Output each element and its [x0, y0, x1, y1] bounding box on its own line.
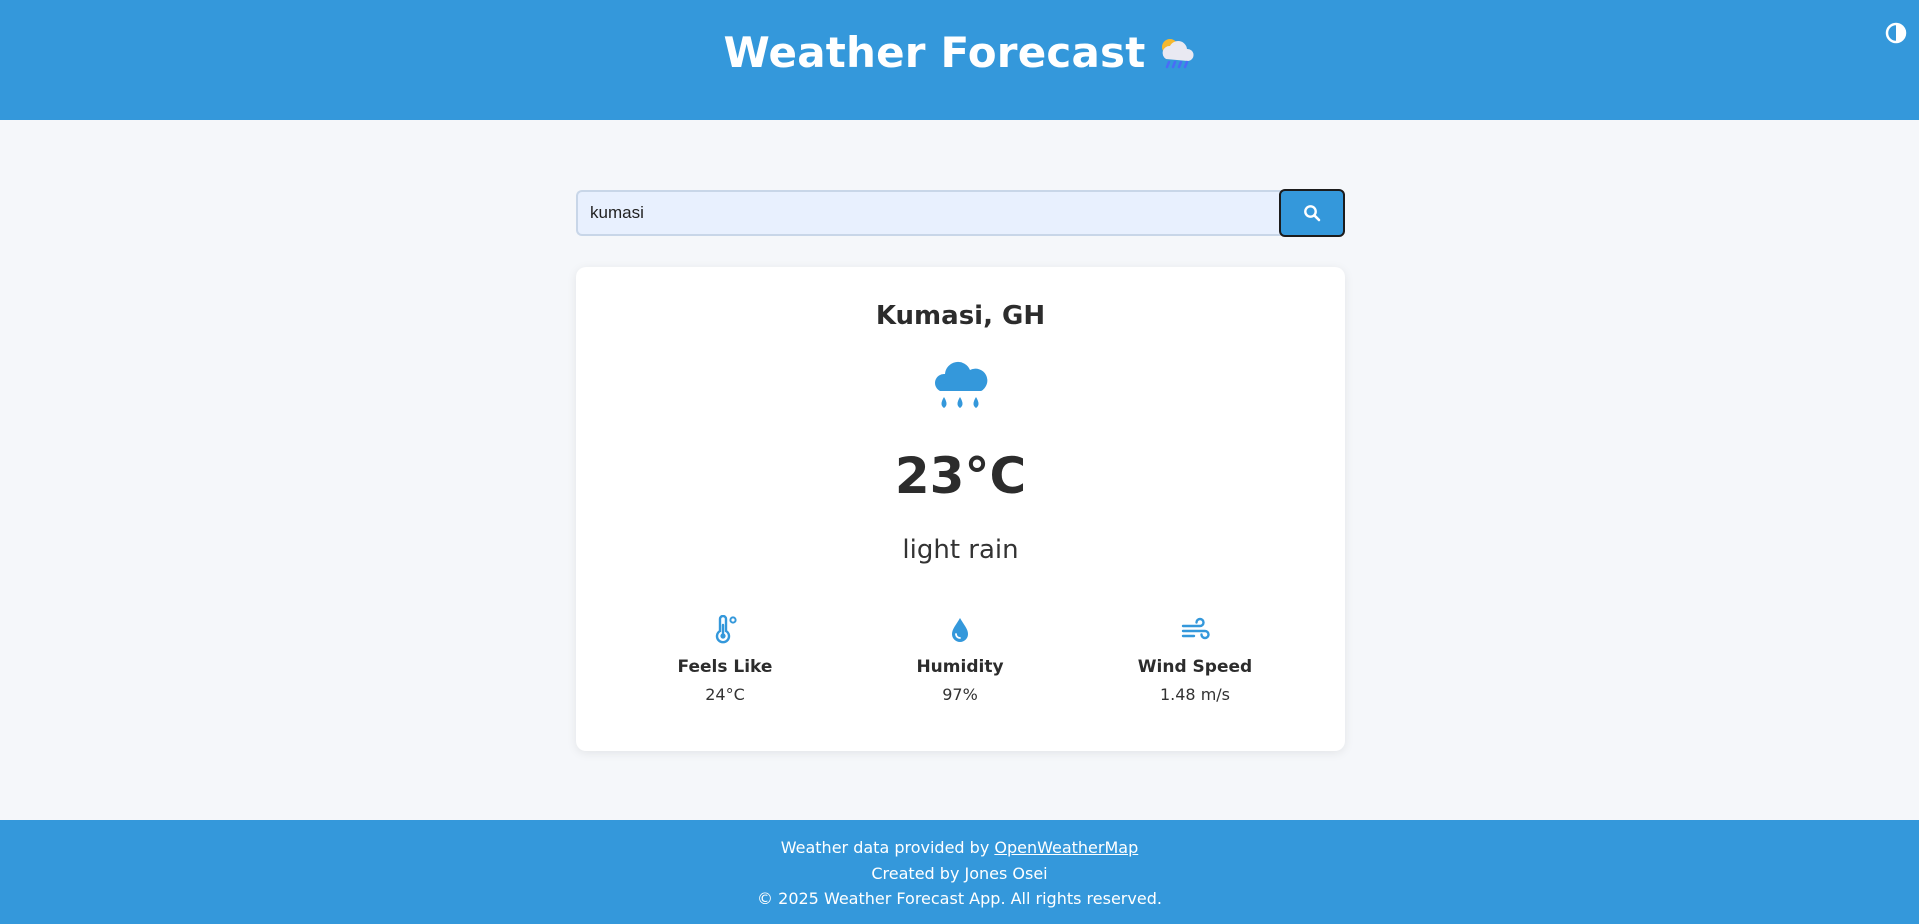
search-bar: [576, 189, 1345, 237]
feels-like-label: Feels Like: [677, 657, 773, 677]
wind-speed-label: Wind Speed: [1137, 657, 1253, 677]
search-icon: [1304, 205, 1321, 222]
temperature-value: 23°C: [894, 447, 1027, 505]
detail-feels-like: Feels Like 24°C: [625, 615, 825, 704]
footer-created-by: Created by Jones Osei: [871, 864, 1048, 883]
contrast-icon: [1885, 22, 1907, 44]
search-button[interactable]: [1279, 189, 1345, 237]
humidity-label: Humidity: [916, 657, 1004, 677]
footer-provider-text: Weather data provided by: [780, 838, 995, 857]
wind-icon: [1181, 617, 1210, 640]
weather-card: Kumasi, GH 23°C light rain Feels Like 24…: [576, 267, 1345, 751]
theme-toggle-button[interactable]: [1885, 22, 1907, 44]
footer-copyright: © 2025 Weather Forecast App. All rights …: [757, 889, 1162, 908]
weather-description: light rain: [902, 535, 1019, 565]
wind-speed-value: 1.48 m/s: [1159, 685, 1231, 704]
footer-provider-line: Weather data provided by OpenWeatherMap: [0, 838, 1919, 857]
thermometer-icon: [715, 615, 737, 644]
city-name: Kumasi, GH: [875, 301, 1046, 331]
rain-cloud-icon: [935, 361, 988, 408]
app-title: Weather Forecast: [0, 28, 1919, 83]
detail-wind-speed: Wind Speed 1.48 m/s: [1095, 615, 1295, 704]
droplet-icon: [952, 618, 968, 642]
cloud-with-rain-icon: [1156, 33, 1196, 83]
detail-humidity: Humidity 97%: [860, 615, 1060, 704]
app-title-text: Weather Forecast: [723, 28, 1146, 77]
app-header: Weather Forecast: [0, 0, 1919, 120]
app-footer: Weather data provided by OpenWeatherMap …: [0, 820, 1919, 924]
humidity-value: 97%: [942, 685, 978, 704]
openweathermap-link[interactable]: OpenWeatherMap: [994, 838, 1138, 857]
search-input[interactable]: [576, 190, 1282, 236]
feels-like-value: 24°C: [705, 685, 745, 704]
